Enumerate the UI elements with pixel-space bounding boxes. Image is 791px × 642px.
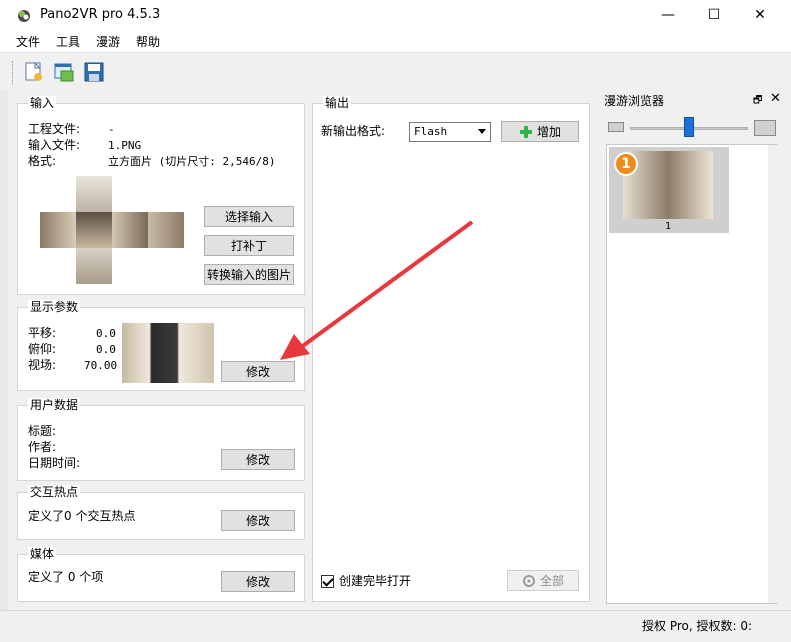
tour-node-list: 1 1	[606, 144, 779, 604]
node-badge: 1	[614, 152, 638, 176]
float-icon[interactable]: 🗗	[753, 93, 762, 110]
tour-list-scrollbar[interactable]	[768, 145, 779, 603]
zoom-out-icon[interactable]	[608, 122, 624, 132]
panel-close-icon[interactable]: ✕	[770, 91, 781, 106]
status-bar: 授权 Pro, 授权数: 0:	[0, 610, 791, 642]
tour-node-label: 1	[665, 221, 672, 232]
slider-handle[interactable]	[684, 117, 694, 137]
tour-node-item[interactable]: 1 1	[609, 147, 729, 233]
tour-browser-title: 漫游浏览器	[604, 94, 665, 108]
zoom-in-icon[interactable]	[754, 120, 776, 136]
tour-browser-panel: 漫游浏览器 🗗 ✕ 1 1	[600, 90, 791, 610]
license-status: 授权 Pro, 授权数: 0:	[642, 619, 753, 633]
